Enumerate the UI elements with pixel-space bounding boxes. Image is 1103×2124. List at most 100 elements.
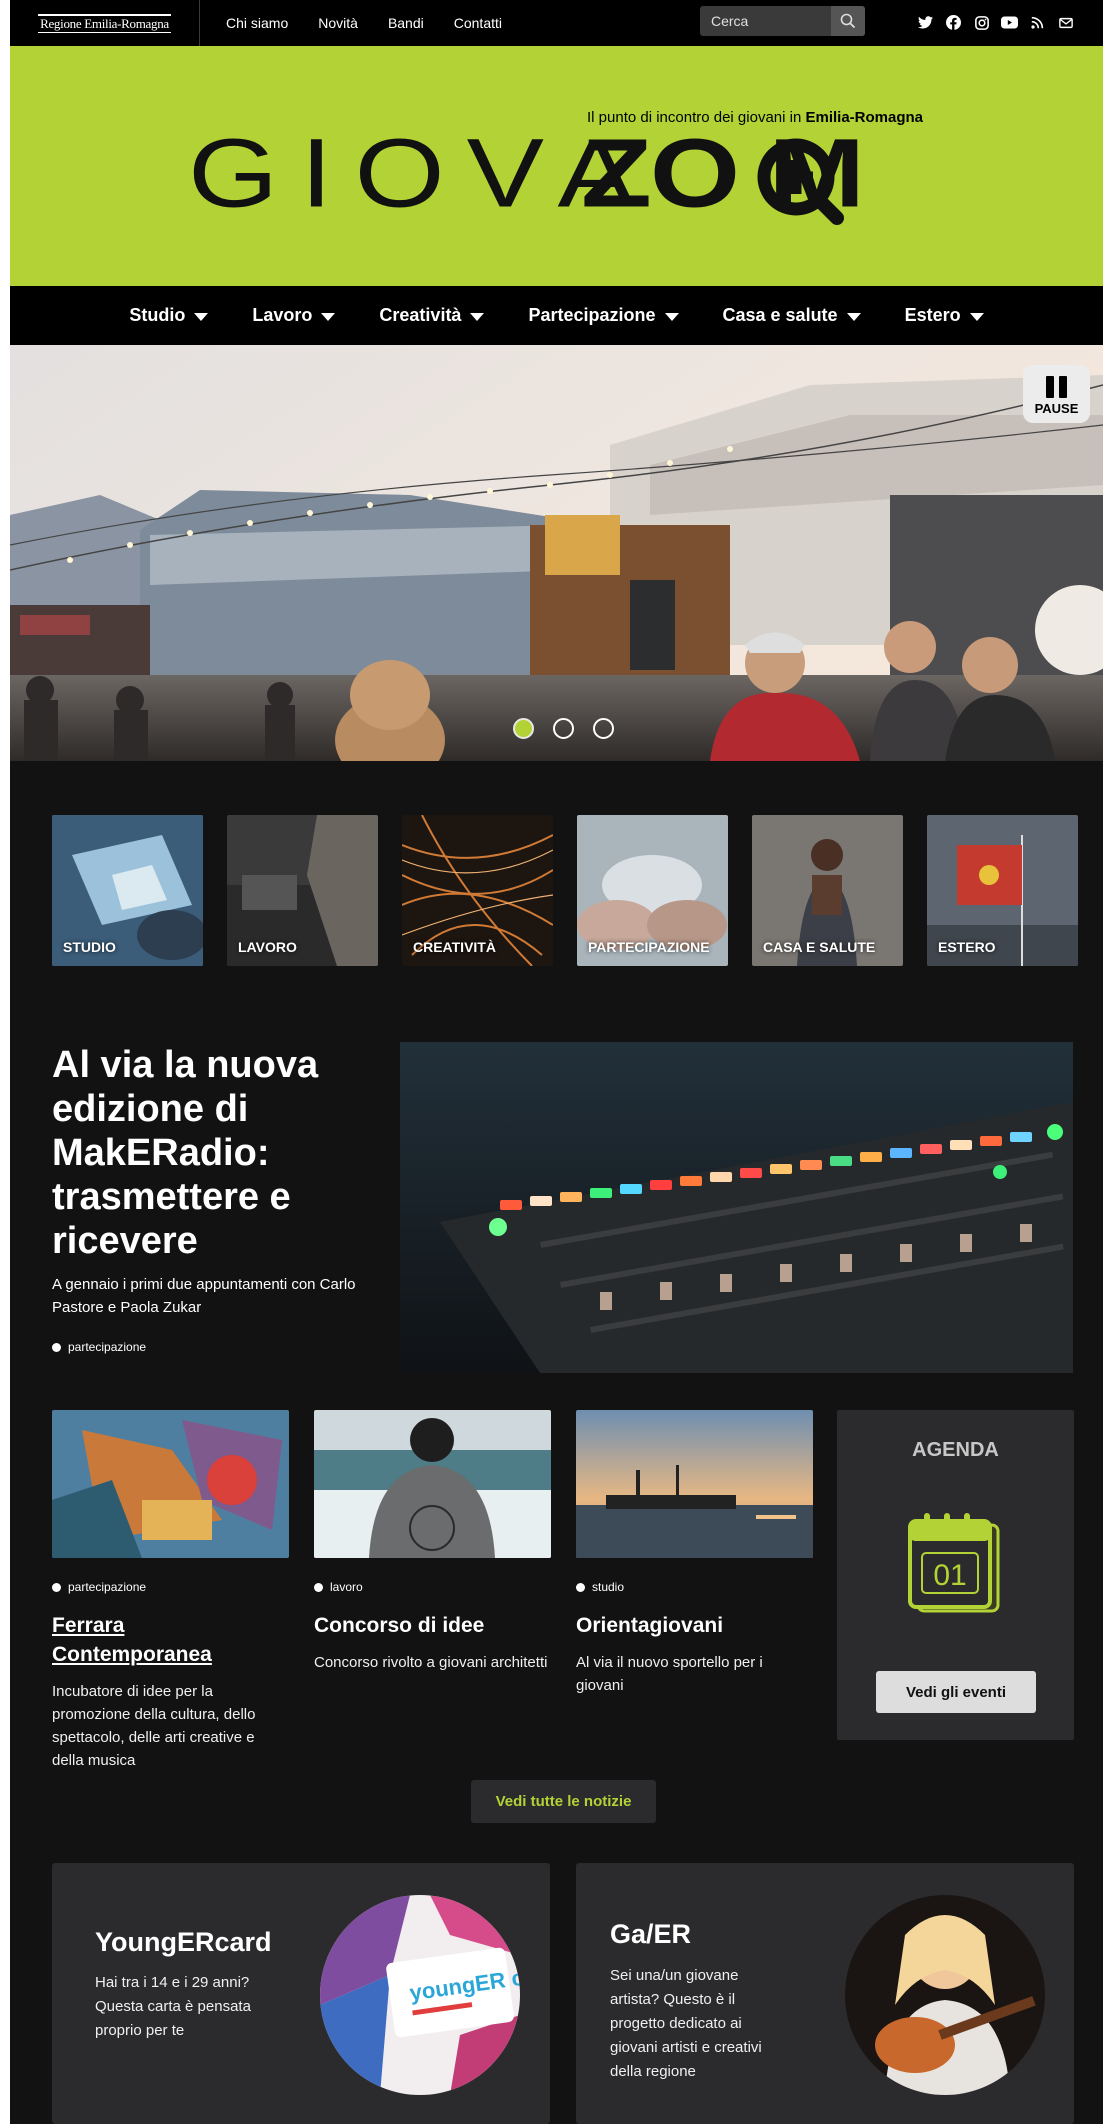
nav-label: Studio [129, 305, 186, 325]
painting-image [52, 1410, 289, 1558]
news-text: Al via il nuovo sportello per i giovani [576, 1654, 763, 1694]
harbor-sunset-image [576, 1410, 813, 1558]
search-button[interactable] [831, 6, 865, 36]
pause-icon [1023, 376, 1090, 398]
sea-hoodie-image [314, 1410, 551, 1558]
caret-down-icon [846, 312, 861, 321]
tag-dot-icon [576, 1582, 585, 1592]
social-links [916, 13, 1075, 32]
mixing-console-image [400, 1042, 1073, 1373]
slider-dot-3[interactable] [593, 718, 614, 739]
tag-dot-icon [314, 1582, 323, 1592]
hero-image [10, 345, 1103, 761]
news-card: studio Orientagiovani Al via il nuovo sp… [576, 1410, 813, 1697]
pause-button[interactable]: PAUSE [1023, 365, 1090, 423]
promo-image: youngER card [320, 1895, 520, 2095]
search-icon [840, 13, 856, 29]
tag-label: studio [592, 1580, 625, 1594]
news-tag[interactable]: partecipazione [52, 1580, 289, 1594]
top-bar: Regione Emilia-Romagna Chi siamo Novità … [10, 0, 1103, 46]
news-tag[interactable]: studio [576, 1580, 813, 1594]
slider-dot-2[interactable] [553, 718, 574, 739]
category-casa-e-salute[interactable]: CASA E SALUTE [752, 815, 903, 966]
tag-dot-icon [52, 1342, 61, 1352]
news-image[interactable] [314, 1410, 551, 1558]
promo-text: Hai tra i 14 e i 29 anni? Questa carta è… [95, 1974, 251, 2039]
category-tiles: STUDIO LAVORO CREATIVITÀ PARTECIPAZIONE … [52, 815, 1078, 966]
top-nav-contatti[interactable]: Contatti [454, 15, 502, 31]
top-nav-bandi[interactable]: Bandi [388, 15, 424, 31]
youtube-icon[interactable] [1000, 13, 1019, 32]
top-nav-chi-siamo[interactable]: Chi siamo [226, 15, 288, 31]
main-nav: Studio Lavoro Creatività Partecipazione … [10, 286, 1103, 345]
calendar-day: 01 [933, 1559, 966, 1592]
slider-dots [513, 718, 614, 739]
news-title[interactable]: Concorso di idee [314, 1611, 551, 1640]
agenda-heading: AGENDA [912, 1439, 999, 1461]
feature-title[interactable]: Al via la nuova edizione di MakERadio: t… [52, 1043, 372, 1263]
category-label: LAVORO [238, 939, 297, 955]
tag-dot-icon [52, 1582, 61, 1592]
nav-label: Creatività [379, 305, 462, 325]
rss-icon[interactable] [1028, 13, 1047, 32]
nav-lavoro[interactable]: Lavoro [252, 305, 336, 326]
youngercard-image: youngER card [320, 1895, 520, 2095]
category-partecipazione[interactable]: PARTECIPAZIONE [577, 815, 728, 966]
tag-label: partecipazione [68, 1580, 147, 1594]
category-lavoro[interactable]: LAVORO [227, 815, 378, 966]
all-news-button[interactable]: Vedi tutte le notizie [471, 1780, 656, 1823]
nav-creativita[interactable]: Creatività [379, 305, 485, 326]
nav-label: Partecipazione [528, 305, 656, 325]
news-image[interactable] [576, 1410, 813, 1558]
promo-text: Sei una/un giovane artista? Questo è il … [610, 1967, 762, 2080]
search-input[interactable] [700, 13, 828, 29]
region-logo-text: Regione Emilia-Romagna [38, 13, 171, 33]
instagram-icon[interactable] [972, 13, 991, 32]
category-creativita[interactable]: CREATIVITÀ [402, 815, 553, 966]
agenda-events-button[interactable]: Vedi gli eventi [876, 1671, 1036, 1713]
agenda-box: AGENDA 01 Vedi gli eventi [837, 1410, 1074, 1740]
nav-casa-e-salute[interactable]: Casa e salute [723, 305, 861, 326]
caret-down-icon [470, 312, 485, 321]
calendar-icon: 01 [908, 1513, 1000, 1613]
tag-label: partecipazione [68, 1340, 147, 1354]
news-tag[interactable]: lavoro [314, 1580, 551, 1594]
news-text: Concorso rivolto a giovani architetti [314, 1654, 548, 1671]
feature-tag[interactable]: partecipazione [52, 1340, 146, 1354]
hero-slider[interactable]: PAUSE [10, 345, 1103, 761]
top-nav-novita[interactable]: Novità [318, 15, 358, 31]
brand-banner: Il punto di incontro dei giovani in Emil… [10, 46, 1103, 286]
promo-image [845, 1895, 1045, 2095]
news-image[interactable] [52, 1410, 289, 1558]
nav-estero[interactable]: Estero [905, 305, 984, 326]
mail-icon[interactable] [1056, 13, 1075, 32]
facebook-icon[interactable] [944, 13, 963, 32]
caret-down-icon [664, 312, 679, 321]
twitter-icon[interactable] [916, 13, 935, 32]
tag-label: lavoro [330, 1580, 363, 1594]
search-box [700, 6, 865, 36]
category-estero[interactable]: ESTERO [927, 815, 1078, 966]
caret-down-icon [194, 312, 209, 321]
category-label: CASA E SALUTE [763, 939, 876, 955]
caret-down-icon [969, 312, 984, 321]
category-label: STUDIO [63, 939, 116, 955]
news-title[interactable]: Orientagiovani [576, 1611, 813, 1640]
news-card: partecipazione Ferrara Contemporanea Inc… [52, 1410, 289, 1772]
news-text: Incubatore di idee per la promozione del… [52, 1683, 256, 1769]
category-studio[interactable]: STUDIO [52, 815, 203, 966]
news-title[interactable]: Ferrara Contemporanea [52, 1611, 289, 1669]
promo-title[interactable]: YoungERcard [95, 1927, 272, 1958]
slider-dot-1[interactable] [513, 718, 534, 739]
promo-gaer[interactable]: Ga/ER Sei una/un giovane artista? Questo… [576, 1863, 1074, 2124]
promo-title[interactable]: Ga/ER [610, 1919, 691, 1950]
promo-youngercard[interactable]: YoungERcard Hai tra i 14 e i 29 anni? Qu… [52, 1863, 550, 2124]
nav-studio[interactable]: Studio [129, 305, 209, 326]
category-label: ESTERO [938, 939, 996, 955]
nav-partecipazione[interactable]: Partecipazione [528, 305, 679, 326]
region-logo[interactable]: Regione Emilia-Romagna [10, 0, 200, 46]
caret-down-icon [321, 312, 336, 321]
category-label: CREATIVITÀ [413, 939, 496, 955]
magnifier-plus-icon [757, 138, 844, 225]
feature-image[interactable] [400, 1042, 1073, 1373]
